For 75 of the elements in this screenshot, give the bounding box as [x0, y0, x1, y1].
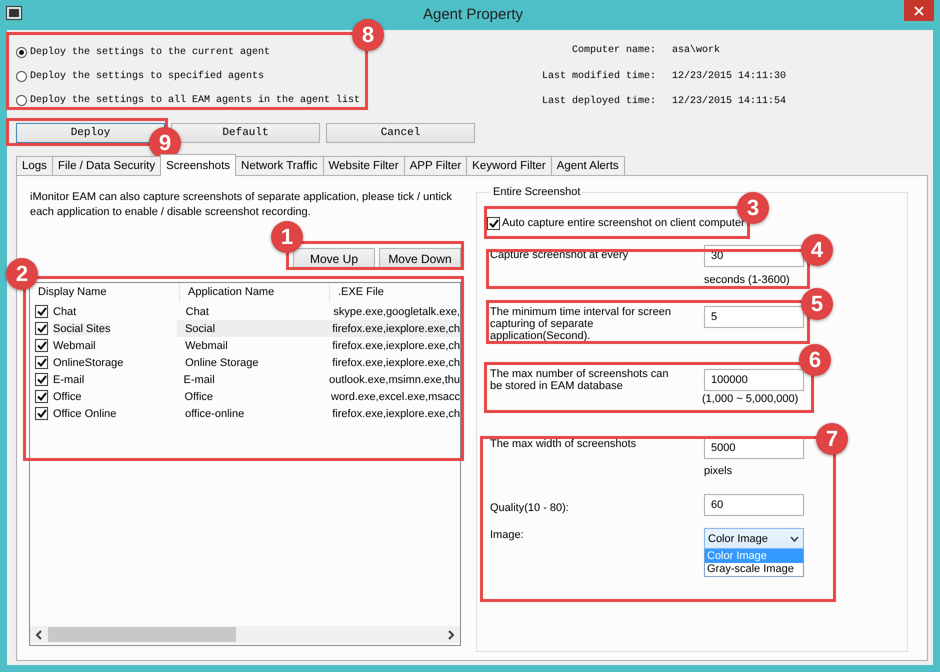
table-cell: OnlineStorage: [53, 356, 124, 368]
input-field[interactable]: 5: [704, 306, 804, 328]
column-header[interactable]: Application Name: [188, 286, 274, 299]
close-button[interactable]: [904, 0, 934, 21]
info-value: asa\work: [672, 45, 722, 56]
move-button[interactable]: Move Up: [293, 248, 375, 269]
checkbox[interactable]: [35, 356, 48, 369]
info-label: Last modified time:: [540, 70, 656, 82]
input-field[interactable]: 100000: [704, 369, 804, 391]
group-title: Entire Screenshot: [492, 186, 582, 198]
checkbox[interactable]: [35, 373, 48, 386]
input-field[interactable]: 5000: [704, 437, 804, 459]
hint-text: seconds (1-3600): [704, 274, 791, 286]
checkbox[interactable]: [35, 305, 48, 318]
table-cell: Office Online: [53, 408, 116, 420]
setting-label: Quality(10 - 80):: [490, 502, 570, 514]
step-number: 8: [352, 19, 384, 51]
checkbox[interactable]: [35, 407, 48, 420]
checkbox[interactable]: [35, 322, 48, 335]
tab[interactable]: Logs: [16, 156, 53, 175]
table-cell: E-mail: [53, 374, 84, 386]
setting-label: The minimum time interval for screen capturing of separate application(Second).: [490, 306, 672, 342]
table-cell: Social Sites: [53, 322, 110, 334]
column-header[interactable]: .EXE File: [338, 286, 384, 299]
checkbox-label[interactable]: Auto capture entire screenshot on client computer: [502, 217, 745, 229]
info-label: Last deployed time:: [540, 96, 656, 108]
table-cell-text: firefox.exe,iexplore.exe,ch: [331, 338, 460, 354]
dropdown[interactable]: Color Image: [704, 528, 804, 549]
horizontal-scrollbar[interactable]: [30, 626, 460, 643]
scroll-thumb[interactable]: [48, 627, 236, 642]
tab[interactable]: Screenshots: [160, 154, 236, 176]
checkbox[interactable]: [35, 339, 48, 352]
dialog-button[interactable]: Cancel: [326, 123, 475, 143]
radio-button[interactable]: [16, 46, 27, 58]
table-cell-text: Office: [183, 390, 214, 404]
table-cell-text: skype.exe,googletalk.exe,: [332, 304, 460, 320]
radio-label[interactable]: Deploy the settings to specified agents: [30, 70, 264, 82]
table-cell-text: Webmail: [184, 338, 229, 354]
table-cell-text: Online Storage: [184, 356, 260, 370]
tab[interactable]: Agent Alerts: [550, 156, 625, 175]
table-cell: Webmail: [53, 340, 96, 352]
table-cell-text: Chat: [184, 304, 210, 320]
move-button[interactable]: Move Down: [379, 248, 461, 269]
radio-label[interactable]: Deploy the settings to the current agent: [30, 46, 270, 58]
table-cell-text: firefox.exe,iexplore.exe,ch: [331, 356, 460, 370]
info-value: 12/23/2015 14:11:54: [672, 96, 786, 108]
table-cell: Social: [177, 320, 324, 337]
table-cell: firefox.exe,iexplore.exe,ch: [324, 320, 460, 337]
description-text: iMonitor EAM can also capture screenshots of separate application, please tick / untick each application to enable / disable screenshot recording.: [30, 190, 453, 220]
radio-button[interactable]: [16, 94, 27, 106]
close-icon: [914, 6, 924, 16]
setting-label: The max number of screenshots can be stored in EAM database: [490, 368, 670, 392]
checkbox[interactable]: [35, 390, 48, 403]
caret-icon: [790, 536, 799, 542]
radio-button[interactable]: [16, 70, 27, 82]
table-cell-text: office-online: [184, 406, 246, 422]
dialog-button[interactable]: Default: [171, 123, 320, 143]
table-cell-text: word.exe,excel.exe,msacc: [330, 390, 460, 404]
radio-label[interactable]: Deploy the settings to all EAM agents in the agent list: [30, 94, 360, 106]
window-title: Agent Property: [422, 5, 524, 25]
info-label: Computer name:: [570, 45, 656, 56]
setting-label: Image:: [490, 529, 525, 541]
checkbox[interactable]: [487, 216, 500, 230]
info-value: 12/23/2015 14:11:30: [672, 70, 786, 82]
hint-text: pixels: [704, 465, 734, 477]
table-cell: Chat: [53, 306, 76, 318]
column-header[interactable]: Display Name: [38, 286, 106, 299]
table-cell: Office: [53, 390, 82, 402]
table-cell-text: firefox.exe,iexplore.exe,ch: [331, 406, 460, 422]
table-cell-text: outlook.exe,msimn.exe,thu: [328, 372, 460, 388]
input-field[interactable]: 60: [704, 494, 804, 516]
setting-label: The max width of screenshots: [490, 438, 638, 450]
app-icon: [6, 6, 22, 20]
table-cell-text: E-mail: [182, 372, 216, 388]
hint-text: (1,000 ~ 5,000,000): [702, 393, 800, 405]
